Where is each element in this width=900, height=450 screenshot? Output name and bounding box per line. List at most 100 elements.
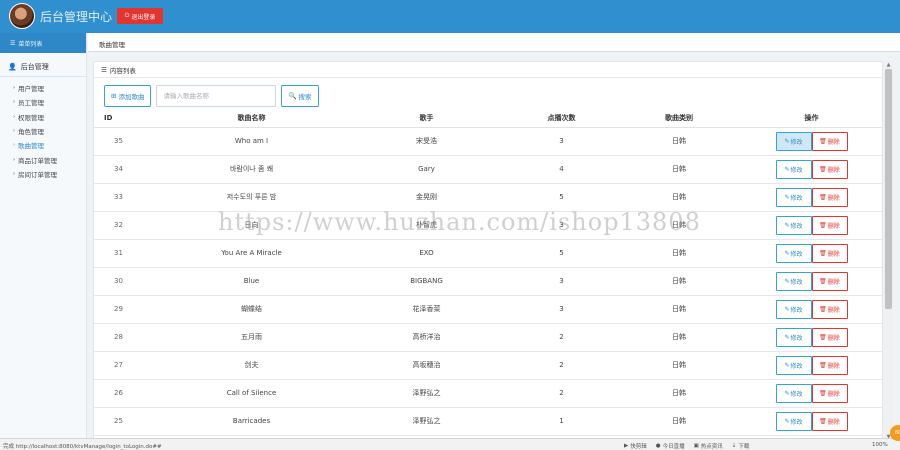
cell-singer: 高坂穗治 [349,351,504,380]
search-button[interactable]: 🔍 搜索 [281,85,319,107]
sidebar-item[interactable]: › 角色管理 [0,124,86,138]
cell-id: 31 [94,239,154,268]
edit-button[interactable]: ✎ 修改 [775,243,812,263]
logout-button[interactable]: ⏻ 退出登录 [117,8,163,24]
delete-button[interactable]: 🗑 删除 [811,299,848,319]
cell-category: 日韩 [619,239,739,268]
cell-actions: ✎ 修改 🗑 删除 [739,295,882,324]
cell-song-name: Who am I [154,127,349,156]
table-row: 27 剑夫 高坂穗治 2 日韩 ✎ 修改 🗑 删除 [94,351,882,380]
cell-id: 27 [94,351,154,380]
delete-button[interactable]: 🗑 删除 [811,327,848,347]
delete-button[interactable]: 🗑 删除 [811,243,848,263]
table-row: 28 五月雨 高桥洋治 2 日韩 ✎ 修改 🗑 删除 [94,323,882,352]
zoom-level[interactable]: 100% [872,442,888,448]
sidebar-group-admin[interactable]: 👤 后台管理 [0,57,86,77]
sidebar-item[interactable]: › 歌曲管理 [0,138,86,152]
status-item-download[interactable]: ↓ 下载 [732,442,750,450]
column-header-id[interactable]: ID [94,110,154,128]
sidebar-item-label: 用户管理 [18,85,44,94]
cell-plays: 2 [504,351,619,380]
cell-plays: 4 [504,155,619,184]
cell-actions: ✎ 修改 🗑 删除 [739,127,882,156]
edit-button[interactable]: ✎ 修改 [775,215,812,235]
toolbar: ⊞ 添加歌曲 🔍 搜索 [104,85,319,107]
delete-button[interactable]: 🗑 删除 [811,411,848,431]
scroll-up-arrow-icon[interactable]: ▲ [884,61,893,69]
cell-plays: 3 [504,295,619,324]
edit-label: 修改 [790,306,803,314]
edit-button[interactable]: ✎ 修改 [775,355,812,375]
sidebar-menu-header[interactable]: ☰ 菜单列表 [0,33,86,53]
sidebar-item[interactable]: › 商品订单管理 [0,152,86,166]
delete-label: 删除 [827,138,840,146]
chevron-right-icon: › [13,156,15,163]
avatar[interactable] [9,3,35,29]
cell-category: 日韩 [619,183,739,212]
column-header-category[interactable]: 歌曲类别 [619,110,739,128]
sidebar-item[interactable]: › 员工管理 [0,95,86,109]
delete-button[interactable]: 🗑 删除 [811,271,848,291]
column-header-name[interactable]: 歌曲名称 [154,110,349,128]
chevron-right-icon: › [13,99,15,106]
delete-label: 删除 [827,250,840,258]
trash-icon: 🗑 [819,221,827,229]
cell-singer: 泽野弘之 [349,379,504,408]
panel-title: 内容列表 [109,66,136,75]
add-song-label: 添加歌曲 [118,93,145,101]
status-item-news[interactable]: ▣ 热点资讯 [694,442,723,450]
delete-button[interactable]: 🗑 删除 [811,215,848,235]
edit-button[interactable]: ✎ 修改 [775,187,812,207]
table-row: 30 Blue BIGBANG 3 日韩 ✎ 修改 🗑 删除 [94,267,882,296]
edit-icon: ✎ [784,249,790,257]
edit-button[interactable]: ✎ 修改 [775,271,812,291]
table-row: 35 Who am I 宋旻浩 3 日韩 ✎ 修改 🗑 删除 [94,127,882,156]
table-row: 29 蝴蝶结 花泽香菜 3 日韩 ✎ 修改 🗑 删除 [94,295,882,324]
edit-button[interactable]: ✎ 修改 [775,411,812,431]
cell-category: 日韩 [619,155,739,184]
trash-icon: 🗑 [819,417,827,425]
scroll-thumb[interactable] [885,69,892,309]
sidebar-item[interactable]: › 房间订单管理 [0,167,86,181]
delete-button[interactable]: 🗑 删除 [811,187,848,207]
edit-icon: ✎ [784,165,790,173]
cell-song-name: Blue [154,267,349,296]
sidebar-menu-label: 菜单列表 [18,40,43,48]
edit-button[interactable]: ✎ 修改 [775,159,812,179]
delete-button[interactable]: 🗑 删除 [811,383,848,403]
status-item-clip[interactable]: ▶ 快剪辑 [624,442,647,450]
trash-icon: 🗑 [819,249,827,257]
table-row: 25 Barricades 泽野弘之 1 日韩 ✎ 修改 🗑 删除 [94,407,882,436]
vertical-scrollbar[interactable]: ▲ ▼ [884,61,893,441]
edit-button[interactable]: ✎ 修改 [775,383,812,403]
status-item-live[interactable]: ● 今日直播 [656,442,685,450]
sidebar-item[interactable]: › 用户管理 [0,81,86,95]
edit-button[interactable]: ✎ 修改 [775,131,812,151]
delete-button[interactable]: 🗑 删除 [811,159,848,179]
live-icon: ● [655,443,661,449]
user-icon: 👤 [8,62,17,71]
edit-icon: ✎ [784,193,790,201]
delete-button[interactable]: 🗑 删除 [811,131,848,151]
sidebar-item[interactable]: › 权限管理 [0,110,86,124]
add-song-button[interactable]: ⊞ 添加歌曲 [104,85,152,107]
column-header-plays[interactable]: 点播次数 [504,110,619,128]
edit-icon: ✎ [784,417,790,425]
search-input[interactable] [156,85,277,107]
status-item-label: 今日直播 [662,444,685,450]
cell-song-name: 바람이나 좀 쐐 [154,155,349,184]
delete-button[interactable]: 🗑 删除 [811,355,848,375]
table-header-row: ID 歌曲名称 歌手 点播次数 歌曲类别 操作 [94,110,882,128]
chevron-right-icon: › [13,170,15,177]
cell-song-name: 蝴蝶结 [154,295,349,324]
edit-icon: ✎ [784,333,790,341]
cell-singer: 金晃刚 [349,183,504,212]
floating-badge[interactable]: 80 [890,425,900,441]
edit-button[interactable]: ✎ 修改 [775,299,812,319]
content-panel: ☰ 内容列表 ⊞ 添加歌曲 🔍 搜索 ID 歌曲名称 歌手 点播次数 [93,61,883,441]
edit-button[interactable]: ✎ 修改 [775,327,812,347]
cell-plays: 3 [504,211,619,240]
cell-category: 日韩 [619,295,739,324]
sidebar-item-label: 权限管理 [18,113,44,122]
column-header-singer[interactable]: 歌手 [349,110,504,128]
